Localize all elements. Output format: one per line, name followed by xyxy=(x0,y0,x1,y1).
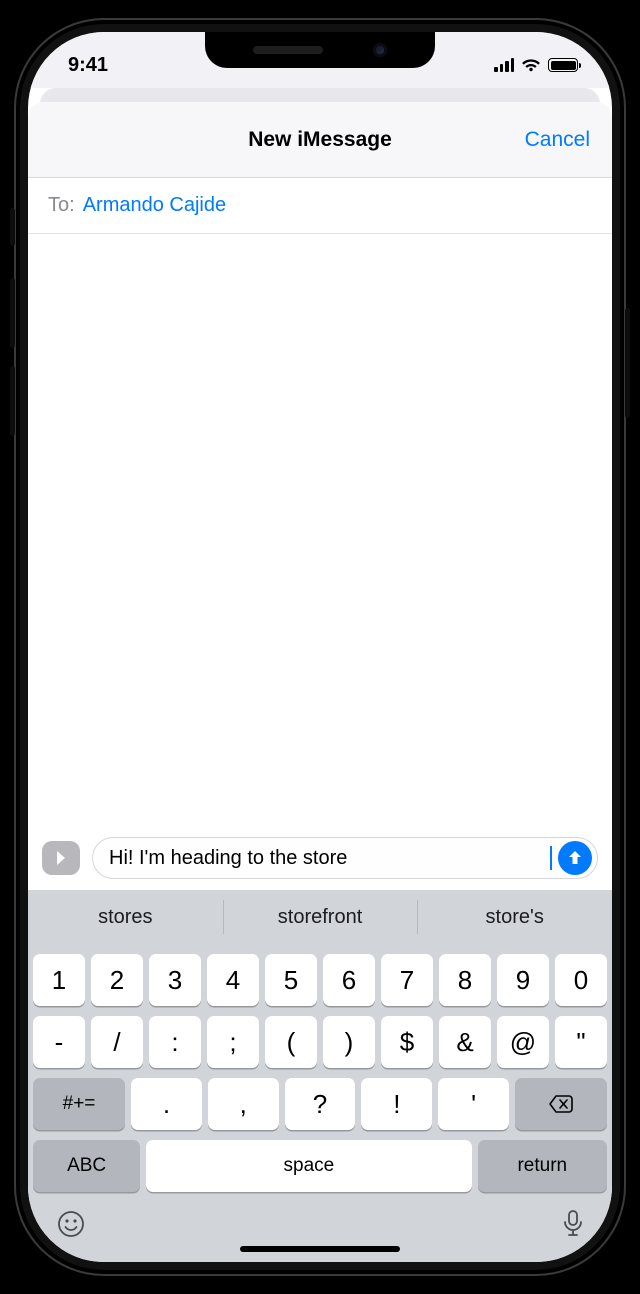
home-indicator[interactable] xyxy=(240,1246,400,1252)
suggestion-bar: stores storefront store's xyxy=(28,890,612,944)
text-caret xyxy=(550,846,552,870)
key-more-symbols[interactable]: #+= xyxy=(33,1078,125,1130)
status-right xyxy=(494,58,578,73)
suggestion-2[interactable]: storefront xyxy=(223,890,418,944)
microphone-icon xyxy=(562,1209,584,1239)
message-text: Hi! I'm heading to the store xyxy=(109,847,550,870)
key-8[interactable]: 8 xyxy=(439,954,491,1006)
notch xyxy=(205,32,435,68)
key-0[interactable]: 0 xyxy=(555,954,607,1006)
to-label: To: xyxy=(48,194,75,217)
side-button xyxy=(625,308,630,418)
conversation-area[interactable] xyxy=(28,234,612,832)
key-colon[interactable]: : xyxy=(149,1016,201,1068)
key-question[interactable]: ? xyxy=(285,1078,356,1130)
wifi-icon xyxy=(521,58,541,73)
key-space[interactable]: space xyxy=(146,1140,471,1192)
keyboard: stores storefront store's 1 2 3 4 5 6 7 … xyxy=(28,890,612,1262)
key-dollar[interactable]: $ xyxy=(381,1016,433,1068)
key-7[interactable]: 7 xyxy=(381,954,433,1006)
key-return[interactable]: return xyxy=(478,1140,607,1192)
background-card-edge xyxy=(28,88,612,102)
key-9[interactable]: 9 xyxy=(497,954,549,1006)
nav-bar: New iMessage Cancel xyxy=(28,102,612,178)
key-apostrophe[interactable]: ' xyxy=(438,1078,509,1130)
cancel-button[interactable]: Cancel xyxy=(525,128,590,152)
volume-down-button xyxy=(10,366,15,436)
key-2[interactable]: 2 xyxy=(91,954,143,1006)
key-period[interactable]: . xyxy=(131,1078,202,1130)
key-5[interactable]: 5 xyxy=(265,954,317,1006)
emoji-icon xyxy=(56,1209,86,1239)
key-3[interactable]: 3 xyxy=(149,954,201,1006)
key-exclaim[interactable]: ! xyxy=(361,1078,432,1130)
key-row-4: ABC space return xyxy=(33,1140,607,1192)
key-ampersand[interactable]: & xyxy=(439,1016,491,1068)
to-recipient[interactable]: Armando Cajide xyxy=(83,194,226,217)
iphone-frame: 9:41 New iMessage Cancel To: Armando Caj… xyxy=(14,18,626,1276)
key-row-3: #+= . , ? ! ' xyxy=(33,1078,607,1130)
key-semicolon[interactable]: ; xyxy=(207,1016,259,1068)
nav-title: New iMessage xyxy=(248,128,392,152)
key-backspace[interactable] xyxy=(515,1078,607,1130)
key-dash[interactable]: - xyxy=(33,1016,85,1068)
battery-icon xyxy=(548,58,578,72)
key-row-1: 1 2 3 4 5 6 7 8 9 0 xyxy=(33,954,607,1006)
emoji-button[interactable] xyxy=(56,1209,86,1244)
key-abc[interactable]: ABC xyxy=(33,1140,140,1192)
key-row-2: - / : ; ( ) $ & @ " xyxy=(33,1016,607,1068)
key-slash[interactable]: / xyxy=(91,1016,143,1068)
status-time: 9:41 xyxy=(68,54,108,77)
suggestion-1[interactable]: stores xyxy=(28,890,223,944)
screen: 9:41 New iMessage Cancel To: Armando Caj… xyxy=(28,32,612,1262)
expand-apps-button[interactable] xyxy=(42,841,80,875)
key-at[interactable]: @ xyxy=(497,1016,549,1068)
chevron-right-icon xyxy=(54,850,68,866)
arrow-up-icon xyxy=(566,849,584,867)
key-4[interactable]: 4 xyxy=(207,954,259,1006)
key-6[interactable]: 6 xyxy=(323,954,375,1006)
cellular-signal-icon xyxy=(494,58,514,72)
key-comma[interactable]: , xyxy=(208,1078,279,1130)
key-paren-close[interactable]: ) xyxy=(323,1016,375,1068)
send-button[interactable] xyxy=(558,841,592,875)
volume-up-button xyxy=(10,278,15,348)
compose-sheet: New iMessage Cancel To: Armando Cajide H… xyxy=(28,102,612,1262)
key-quote[interactable]: " xyxy=(555,1016,607,1068)
backspace-icon xyxy=(548,1094,574,1114)
compose-bar: Hi! I'm heading to the store xyxy=(28,832,612,890)
dictation-button[interactable] xyxy=(562,1209,584,1244)
earpiece-speaker xyxy=(253,46,323,54)
key-paren-open[interactable]: ( xyxy=(265,1016,317,1068)
front-camera xyxy=(373,43,387,57)
key-1[interactable]: 1 xyxy=(33,954,85,1006)
to-field[interactable]: To: Armando Cajide xyxy=(28,178,612,234)
suggestion-3[interactable]: store's xyxy=(417,890,612,944)
message-input[interactable]: Hi! I'm heading to the store xyxy=(92,837,598,879)
silence-switch xyxy=(10,208,15,246)
